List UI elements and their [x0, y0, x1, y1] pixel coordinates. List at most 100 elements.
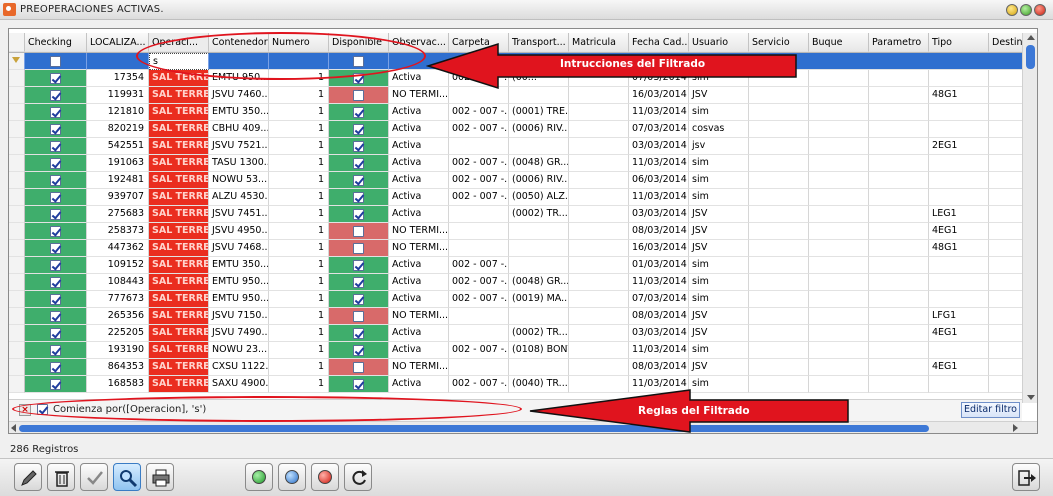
empty-cell[interactable]	[809, 206, 869, 223]
cell-loc[interactable]: 193190	[87, 342, 149, 359]
disponible-checkbox[interactable]	[353, 174, 364, 186]
empty-cell[interactable]	[749, 359, 809, 376]
cell-num[interactable]: 1	[269, 121, 329, 138]
cell-num[interactable]: 1	[269, 240, 329, 257]
empty-cell[interactable]	[749, 257, 809, 274]
cell-tipo[interactable]: LFG1	[929, 308, 989, 325]
cell-usuario[interactable]: JSV	[689, 206, 749, 223]
empty-cell[interactable]	[869, 240, 929, 257]
horizontal-scrollbar[interactable]	[9, 421, 1037, 433]
table-row[interactable]: 939707SAL TERRE...ALZU 4530...1 Activa002…	[9, 189, 1037, 206]
cell-carpeta[interactable]	[449, 223, 509, 240]
cell-fecha[interactable]: 11/03/2014	[629, 274, 689, 291]
blue-status-button[interactable]	[278, 463, 306, 491]
cell-usuario[interactable]: sim	[689, 189, 749, 206]
disponible-checkbox[interactable]	[353, 242, 364, 254]
cell-num[interactable]: 1	[269, 325, 329, 342]
cell-loc[interactable]: 777673	[87, 291, 149, 308]
checking-cell[interactable]	[25, 87, 87, 104]
empty-cell[interactable]	[869, 189, 929, 206]
disponible-checkbox[interactable]	[353, 361, 364, 373]
row-indicator[interactable]	[9, 155, 25, 172]
cell-transp[interactable]	[509, 257, 569, 274]
checking-checkbox[interactable]	[50, 191, 61, 203]
checking-checkbox[interactable]	[50, 344, 61, 356]
cell-cont[interactable]: JSVU 4950...	[209, 223, 269, 240]
cell-fecha[interactable]: 08/03/2014	[629, 359, 689, 376]
cell-tipo[interactable]	[929, 376, 989, 393]
row-indicator[interactable]	[9, 223, 25, 240]
cell-num[interactable]: 1	[269, 172, 329, 189]
cell-transp[interactable]: (0002) TR...	[509, 206, 569, 223]
checking-checkbox[interactable]	[50, 259, 61, 271]
disponible-cell[interactable]	[329, 104, 389, 121]
table-row[interactable]: 265356SAL TERRE...JSVU 7150...1 NO TERMI.…	[9, 308, 1037, 325]
disponible-checkbox[interactable]	[353, 191, 364, 203]
empty-cell[interactable]	[569, 308, 629, 325]
empty-cell[interactable]	[809, 70, 869, 87]
cell-op[interactable]: SAL TERRE...	[149, 172, 209, 189]
cell-op[interactable]: SAL TERRE...	[149, 291, 209, 308]
cell-fecha[interactable]: 08/03/2014	[629, 223, 689, 240]
checking-cell[interactable]	[25, 70, 87, 87]
cell-usuario[interactable]: sim	[689, 257, 749, 274]
empty-cell[interactable]	[569, 223, 629, 240]
cell-obs[interactable]: NO TERMI...	[389, 308, 449, 325]
cell-fecha[interactable]: 11/03/2014	[629, 342, 689, 359]
checking-checkbox[interactable]	[50, 242, 61, 254]
cell-cont[interactable]: EMTU 950...	[209, 291, 269, 308]
cell-loc[interactable]: 258373	[87, 223, 149, 240]
empty-cell[interactable]	[569, 257, 629, 274]
cell-obs[interactable]: Activa	[389, 206, 449, 223]
table-row[interactable]: 192481SAL TERRE...NOWU 53...1 Activa002 -…	[9, 172, 1037, 189]
cell-cont[interactable]: JSVU 7521...	[209, 138, 269, 155]
empty-cell[interactable]	[809, 172, 869, 189]
row-indicator[interactable]	[9, 104, 25, 121]
cell-carpeta[interactable]	[449, 240, 509, 257]
disponible-cell[interactable]	[329, 325, 389, 342]
cell-obs[interactable]: Activa	[389, 325, 449, 342]
cell-cont[interactable]: EMTU 350...	[209, 257, 269, 274]
table-row[interactable]: 275683SAL TERRE...JSVU 7451...1 Activa (00…	[9, 206, 1037, 223]
cell-transp[interactable]	[509, 223, 569, 240]
empty-cell[interactable]	[569, 121, 629, 138]
disponible-cell[interactable]	[329, 206, 389, 223]
cell-carpeta[interactable]: 002 - 007 -...	[449, 342, 509, 359]
disponible-checkbox[interactable]	[353, 327, 364, 339]
cell-usuario[interactable]: JSV	[689, 240, 749, 257]
filter-checking-cell[interactable]	[25, 53, 87, 70]
cell-op[interactable]: SAL TERRE...	[149, 376, 209, 393]
checking-checkbox[interactable]	[50, 72, 61, 84]
cell-loc[interactable]: 225205	[87, 325, 149, 342]
empty-cell[interactable]	[869, 121, 929, 138]
cell-usuario[interactable]: sim	[689, 155, 749, 172]
cell-loc[interactable]: 542551	[87, 138, 149, 155]
empty-cell[interactable]	[809, 189, 869, 206]
checking-cell[interactable]	[25, 325, 87, 342]
cell-usuario[interactable]: JSV	[689, 308, 749, 325]
disponible-checkbox[interactable]	[353, 123, 364, 135]
cell-loc[interactable]: 109152	[87, 257, 149, 274]
checking-cell[interactable]	[25, 376, 87, 393]
disponible-checkbox[interactable]	[353, 89, 364, 101]
cell-transp[interactable]: (0002) TR...	[509, 325, 569, 342]
cell-cont[interactable]: CBHU 409...	[209, 121, 269, 138]
cell-carpeta[interactable]	[449, 138, 509, 155]
cell-tipo[interactable]: 4EG1	[929, 325, 989, 342]
checking-checkbox[interactable]	[50, 327, 61, 339]
empty-cell[interactable]	[809, 257, 869, 274]
cell-num[interactable]: 1	[269, 206, 329, 223]
filter-checkbox[interactable]	[50, 55, 61, 67]
table-row[interactable]: 108443SAL TERRE...EMTU 950...1 Activa002 …	[9, 274, 1037, 291]
checking-cell[interactable]	[25, 104, 87, 121]
cell-cont[interactable]: JSVU 7490...	[209, 325, 269, 342]
row-indicator[interactable]	[9, 342, 25, 359]
table-row[interactable]: 191063SAL TERRE...TASU 1300...1 Activa002…	[9, 155, 1037, 172]
empty-cell[interactable]	[869, 87, 929, 104]
empty-cell[interactable]	[569, 359, 629, 376]
empty-cell[interactable]	[749, 308, 809, 325]
empty-cell[interactable]	[809, 342, 869, 359]
checking-cell[interactable]	[25, 274, 87, 291]
cell-carpeta[interactable]	[449, 206, 509, 223]
cell-carpeta[interactable]: 002 - 007 -...	[449, 104, 509, 121]
